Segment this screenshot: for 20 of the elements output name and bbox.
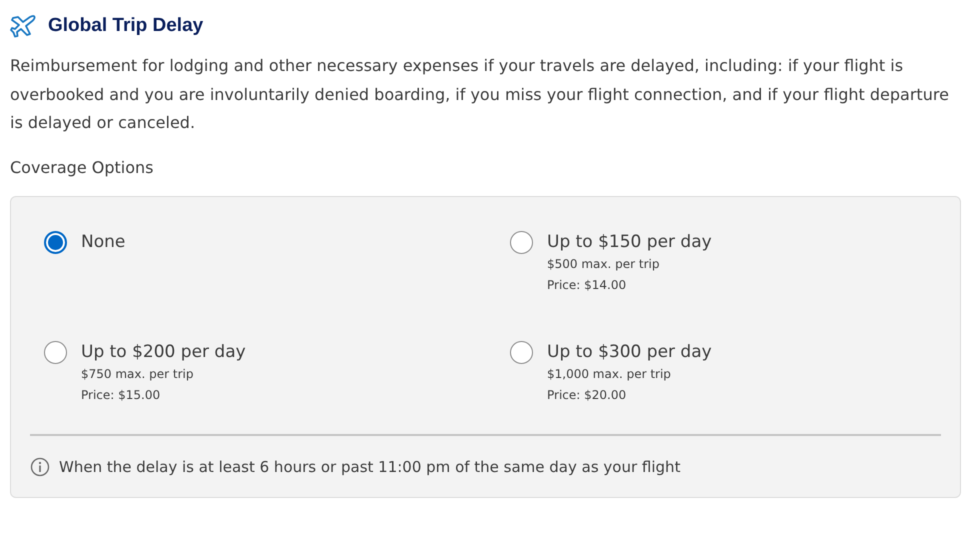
radio-button[interactable] bbox=[510, 230, 533, 254]
max-text: $500 max. per trip bbox=[547, 256, 660, 272]
price-text: Price: $20.00 bbox=[547, 387, 628, 404]
coverage-label: Coverage Options bbox=[10, 158, 154, 176]
price-text: Price: $15.00 bbox=[81, 387, 162, 404]
option-label: None bbox=[81, 230, 126, 254]
price-text: Price: $14.00 bbox=[547, 276, 628, 294]
max-text: $1,000 max. per trip bbox=[547, 366, 672, 383]
airplane-icon bbox=[10, 14, 36, 38]
description-text: Reimbursement for lodging and other necessary expenses if your travels are delayed, including: if your flight is overbooked and you are involuntarily denied boarding, if you miss your flight connection, and if your flight departure is delayed or canceled. bbox=[10, 55, 950, 134]
note-text: When the delay is at least 6 hours or past 11:00 pm of the same day as your flight bbox=[59, 458, 680, 476]
option-label: Up to $200 per day bbox=[81, 341, 246, 364]
option-label: Up to $300 per day bbox=[547, 341, 712, 364]
radio-button[interactable] bbox=[44, 341, 67, 364]
max-text: $750 max. per trip bbox=[81, 366, 194, 383]
radio-button[interactable] bbox=[510, 341, 533, 364]
option-label: Up to $150 per day bbox=[547, 230, 712, 254]
info-icon bbox=[30, 456, 50, 476]
section-title: Global Trip Delay bbox=[48, 15, 204, 37]
radio-button[interactable] bbox=[44, 230, 67, 254]
